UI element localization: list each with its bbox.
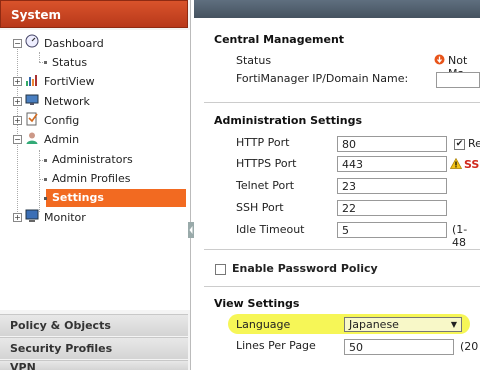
section-security-profiles[interactable]: Security Profiles <box>0 337 188 359</box>
status-label: Status <box>236 54 272 67</box>
bullet <box>44 61 47 64</box>
fortimanager-input[interactable] <box>436 72 480 88</box>
bullet <box>44 159 47 162</box>
system-section-header[interactable]: System <box>0 0 188 28</box>
tree-item-dashboard[interactable]: Dashboard <box>44 35 104 53</box>
monitor-icon <box>25 209 39 222</box>
section-vpn[interactable]: VPN <box>0 360 188 370</box>
central-management-title: Central Management <box>214 33 345 46</box>
tree-item-fortiview[interactable]: FortiView <box>44 73 95 91</box>
ssl-warning-text: SSL <box>464 158 480 171</box>
tree-item-admin[interactable]: Admin <box>44 131 79 149</box>
redirect-checkbox[interactable]: ✔ <box>454 139 465 150</box>
divider <box>204 286 480 287</box>
expand-toggle[interactable]: + <box>13 97 22 106</box>
password-policy-label: Enable Password Policy <box>232 262 378 275</box>
lines-per-page-range: (20 <box>460 340 479 353</box>
https-port-input[interactable]: 443 <box>337 156 447 172</box>
ssh-port-input[interactable]: 22 <box>337 200 447 216</box>
tree-item-config[interactable]: Config <box>44 112 79 130</box>
expand-toggle[interactable]: + <box>13 213 22 222</box>
redirect-label: Re <box>468 137 480 150</box>
admin-settings-title: Administration Settings <box>214 114 363 127</box>
tree-item-network[interactable]: Network <box>44 93 90 111</box>
collapse-toggle[interactable]: − <box>13 135 22 144</box>
bullet <box>44 197 47 200</box>
tree-item-monitor[interactable]: Monitor <box>44 209 86 227</box>
view-settings-title: View Settings <box>214 297 300 310</box>
collapse-toggle[interactable]: − <box>13 39 22 48</box>
settings-panel: Central Management Status Not Ma FortiMa… <box>194 18 480 370</box>
fortimanager-label: FortiManager IP/Domain Name: <box>236 72 409 85</box>
ssh-port-label: SSH Port <box>236 201 284 214</box>
https-port-label: HTTPS Port <box>236 157 297 170</box>
tree-item-administrators[interactable]: Administrators <box>52 151 133 169</box>
admin-user-icon <box>26 132 38 144</box>
config-icon <box>26 112 38 126</box>
network-icon <box>25 94 39 105</box>
language-label: Language <box>236 318 291 331</box>
system-tree: − Dashboard Status + FortiView + Network… <box>0 30 190 310</box>
top-bar <box>194 0 480 18</box>
dashboard-icon <box>25 34 39 48</box>
tree-line <box>39 52 40 62</box>
idle-timeout-range: (1-48 <box>452 223 468 249</box>
lines-per-page-input[interactable]: 50 <box>344 339 454 355</box>
status-down-icon <box>434 54 445 65</box>
idle-timeout-input[interactable]: 5 <box>337 222 447 238</box>
divider <box>204 249 480 250</box>
divider <box>204 102 480 103</box>
warning-icon <box>450 158 462 169</box>
tree-item-settings[interactable]: Settings <box>52 189 104 207</box>
password-policy-checkbox[interactable] <box>215 264 226 275</box>
http-port-label: HTTP Port <box>236 136 290 149</box>
language-value: Japanese <box>349 318 399 331</box>
tree-item-admin-profiles[interactable]: Admin Profiles <box>52 170 131 188</box>
telnet-port-label: Telnet Port <box>236 179 295 192</box>
expand-toggle[interactable]: + <box>13 77 22 86</box>
section-policy-objects[interactable]: Policy & Objects <box>0 314 188 336</box>
tree-line <box>17 42 18 220</box>
bullet <box>44 178 47 181</box>
fortiview-icon <box>26 75 37 86</box>
idle-timeout-label: Idle Timeout <box>236 223 305 236</box>
language-select[interactable]: Japanese ▼ <box>344 317 462 332</box>
expand-toggle[interactable]: + <box>13 116 22 125</box>
lines-per-page-label: Lines Per Page <box>236 339 316 352</box>
sidebar: System − Dashboard Status + FortiView + <box>0 0 191 370</box>
tree-item-status[interactable]: Status <box>52 54 87 72</box>
http-port-input[interactable]: 80 <box>337 136 447 152</box>
telnet-port-input[interactable]: 23 <box>337 178 447 194</box>
dropdown-arrow-icon: ▼ <box>450 320 457 329</box>
